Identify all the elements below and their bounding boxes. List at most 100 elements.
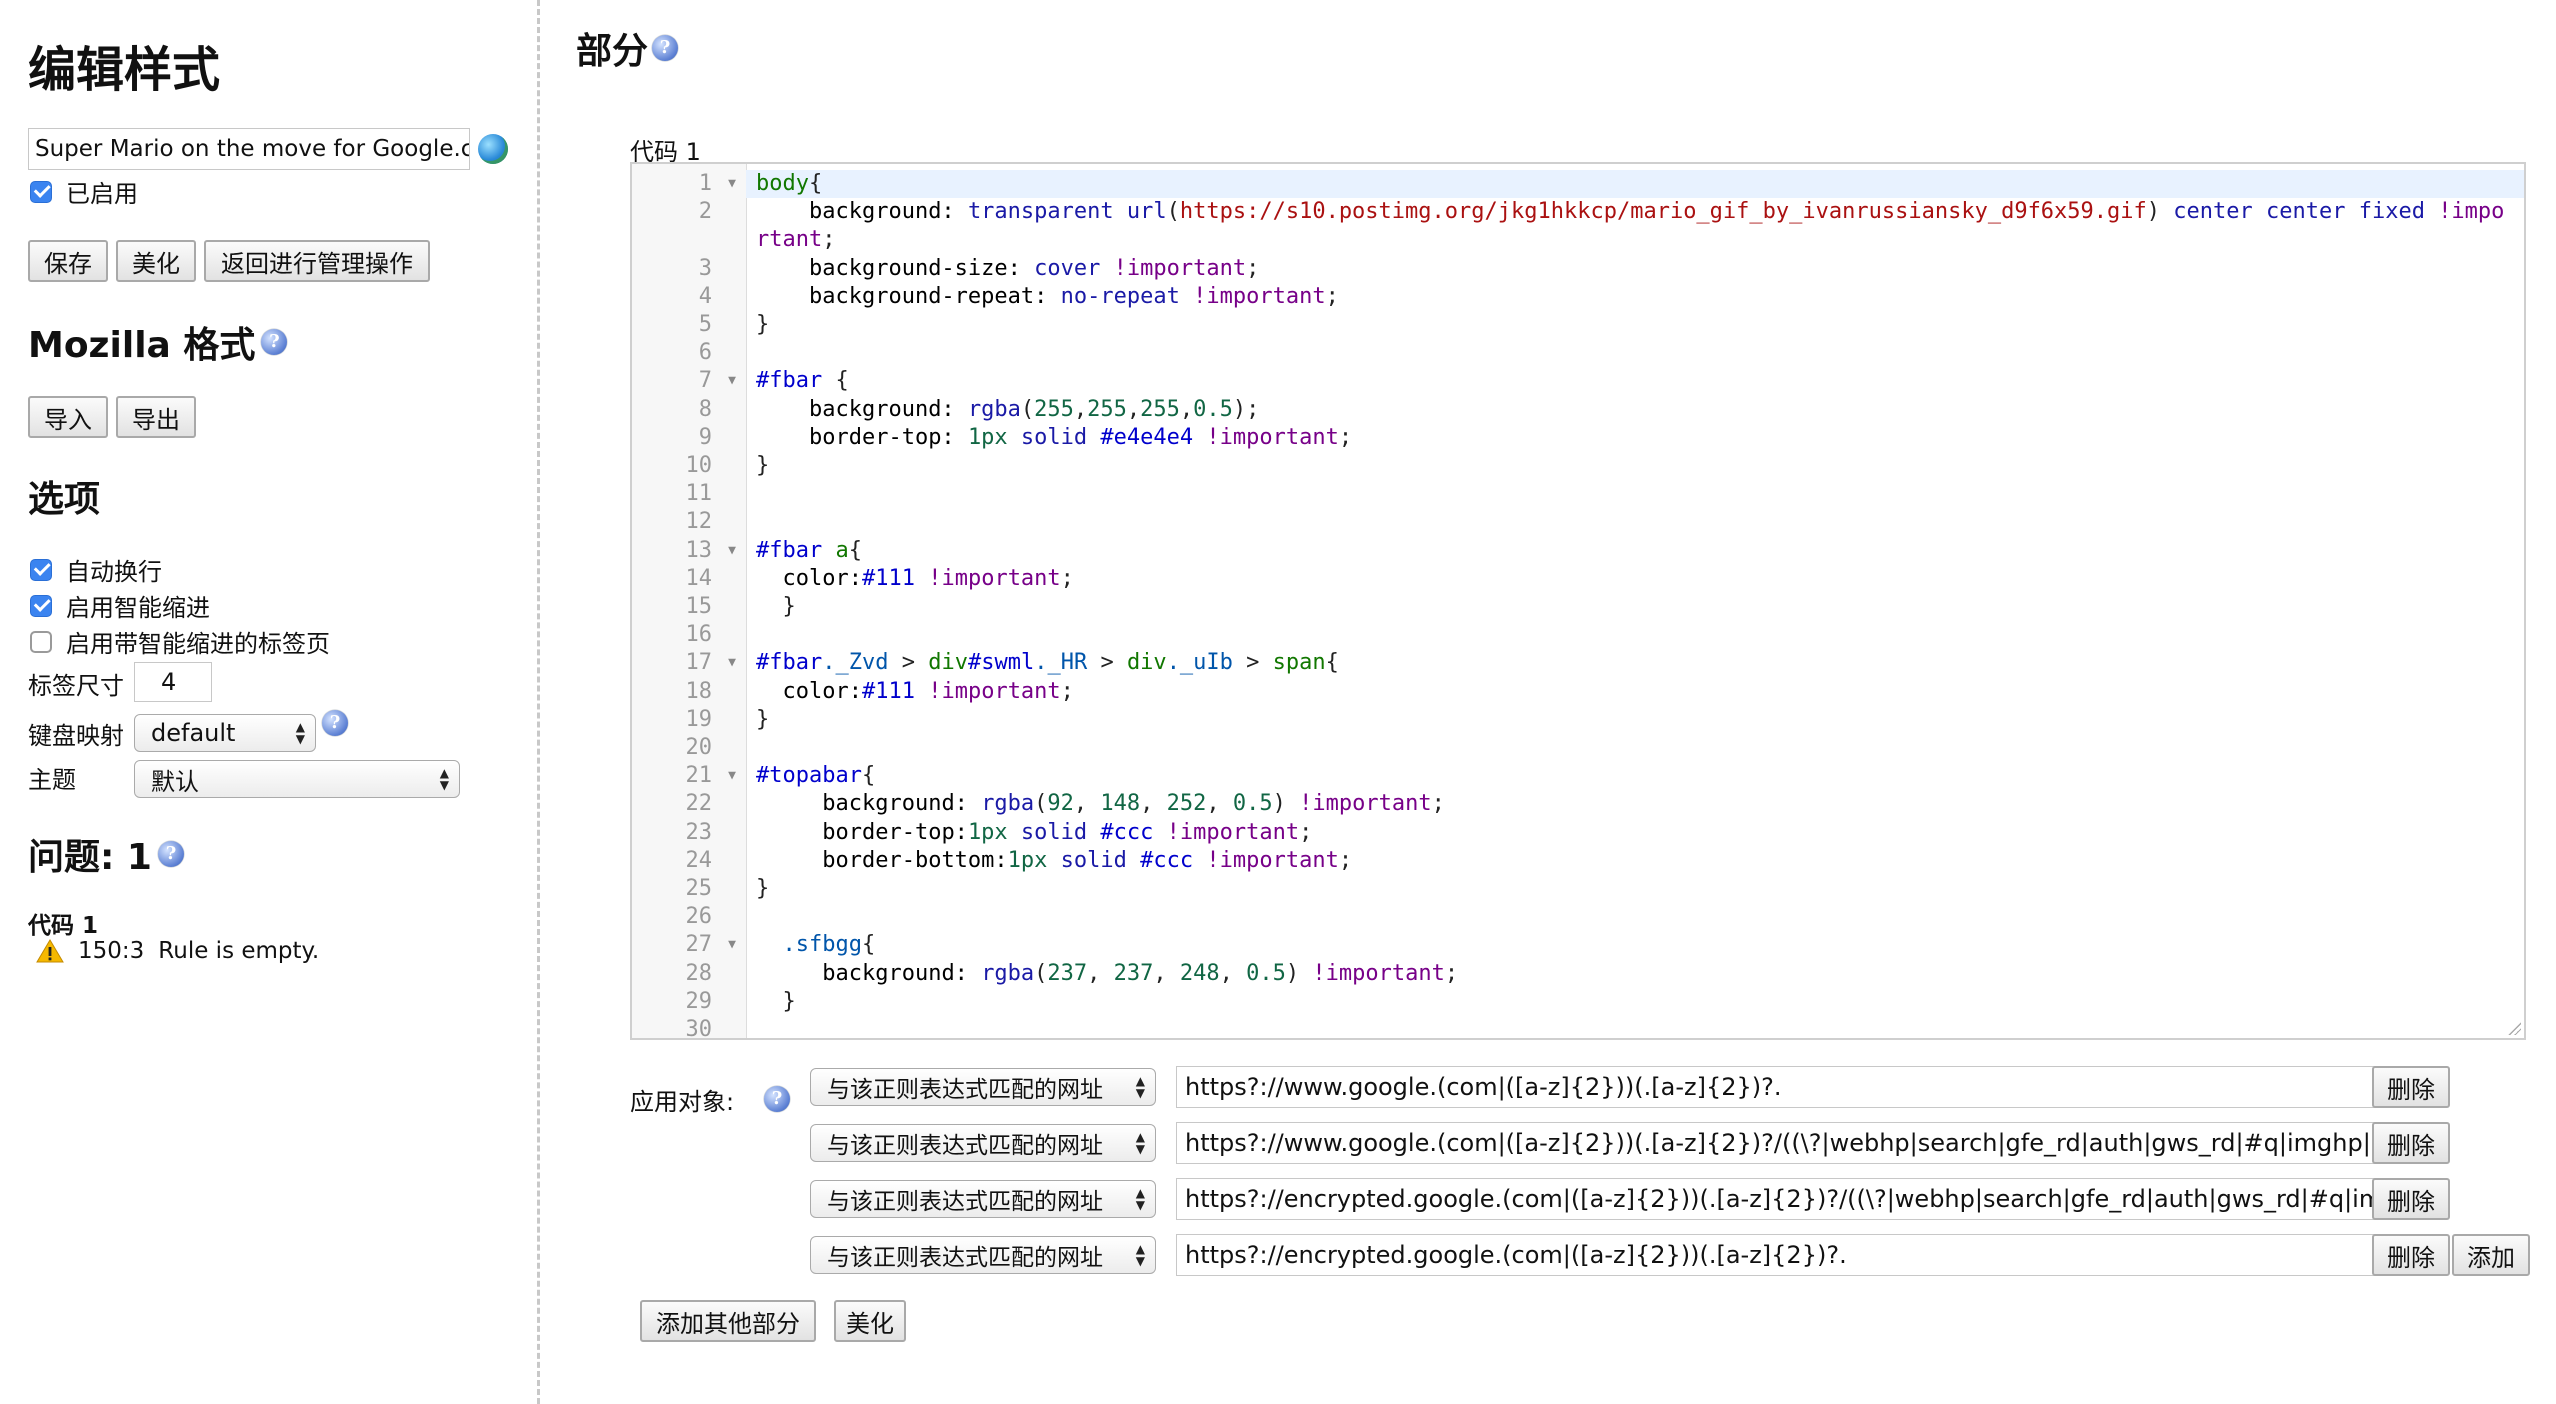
save-button[interactable]: 保存 [28,240,108,282]
help-icon[interactable]: ? [652,35,679,61]
rule-type-value: 与该正则表达式匹配的网址 [827,1245,1103,1271]
tab-smart-indent-checkbox[interactable] [30,630,52,653]
code-line[interactable]: 6 [632,339,2524,368]
export-button[interactable]: 导出 [116,396,196,438]
rule-value-input[interactable]: https?://www.google.(com|([a-z]{2}))(.[a… [1176,1066,2376,1108]
tab-smart-indent-option[interactable]: 启用带智能缩进的标签页 [30,624,330,659]
resize-handle-icon[interactable] [2507,1021,2521,1035]
code-lines[interactable]: 1 ▼ body{2 background: transparent url(htt… [632,170,2524,1038]
rule-value-input[interactable]: https?://encrypted.google.(com|([a-z]{2}… [1176,1234,2376,1276]
delete-rule-button[interactable]: 删除 [2372,1234,2450,1276]
code-line[interactable]: 30 [632,1016,2524,1038]
code-line[interactable]: 12 [632,508,2524,537]
code-line[interactable]: 15 } [632,593,2524,622]
line-number: 17 ▼ [632,649,746,678]
code-line[interactable]: 26 [632,903,2524,932]
line-number: 8 [632,395,746,424]
add-rule-button[interactable]: 添加 [2452,1234,2530,1276]
help-icon[interactable]: ? [764,1086,790,1112]
fold-arrow-icon[interactable]: ▼ [728,649,736,677]
fold-arrow-icon[interactable]: ▼ [728,537,736,565]
code-line[interactable]: 16 [632,621,2524,650]
code-line[interactable]: 3 background-size: cover !important; [632,254,2524,283]
fold-arrow-icon[interactable]: ▼ [728,762,736,790]
code-line[interactable]: 24 border-bottom:1px solid #ccc !importa… [632,846,2524,876]
code-line[interactable]: 20 [632,734,2524,763]
line-number: 4 [632,282,746,312]
code-line[interactable]: 1 ▼ body{ [632,170,2524,199]
word-wrap-option[interactable]: 自动换行 [30,552,162,587]
sections-heading: 部分 ? [576,22,679,74]
keymap-select[interactable]: default ▲ ▼ [134,714,316,752]
word-wrap-checkbox[interactable] [30,558,52,581]
rule-value-input[interactable]: https?://www.google.(com|([a-z]{2}))(.[a… [1176,1122,2376,1164]
code-line[interactable]: 5} [632,311,2524,340]
tab-size-label: 标签尺寸 [28,672,124,700]
code-line[interactable]: 11 [632,480,2524,509]
help-icon[interactable]: ? [157,841,184,867]
theme-label: 主题 [28,766,76,794]
beautify-section-button[interactable]: 美化 [834,1300,906,1342]
enabled-row[interactable]: 已启用 [30,174,138,209]
tab-size-input[interactable]: 4 [134,662,212,702]
smart-indent-option[interactable]: 启用智能缩进 [30,588,210,623]
code-line[interactable]: 19} [632,705,2524,735]
code-line[interactable]: 17 ▼ #fbar._Zvd > div#swml._HR > div._uIb … [632,649,2524,678]
fold-arrow-icon[interactable]: ▼ [728,367,736,395]
code-line[interactable]: 18 color:#111 !important; [632,677,2524,706]
add-section-button[interactable]: 添加其他部分 [640,1300,816,1342]
smart-indent-checkbox[interactable] [30,594,52,617]
code-line[interactable]: 8 background: rgba(255,255,255,0.5); [632,395,2524,424]
delete-rule-button[interactable]: 删除 [2372,1178,2450,1220]
code-text: background-repeat: no-repeat !important; [808,283,1339,309]
line-number: 3 [632,254,746,283]
style-name-input[interactable]: Super Mario on the move for Google.c [28,128,470,170]
code-line[interactable]: 4 background-repeat: no-repeat !importan… [632,282,2524,312]
code-line[interactable]: 28 background: rgba(237, 237, 248, 0.5) … [632,959,2524,988]
code-line[interactable]: 29 } [632,987,2524,1017]
line-number: 1 ▼ [632,170,746,199]
tab-smart-indent-label: 启用带智能缩进的标签页 [66,630,330,658]
delete-rule-button[interactable]: 删除 [2372,1122,2450,1164]
code-line[interactable]: 25} [632,875,2524,904]
code-text: } [756,594,796,620]
rule-value-input[interactable]: https?://encrypted.google.(com|([a-z]{2}… [1176,1178,2376,1220]
line-number: 16 [632,621,746,650]
code-text: } [756,706,770,732]
code-line[interactable]: 2 background: transparent url(https://s1… [632,198,2524,255]
code-line[interactable]: 7 ▼ #fbar { [632,367,2524,396]
globe-icon[interactable] [478,134,508,164]
delete-rule-button[interactable]: 删除 [2372,1066,2450,1108]
line-number: 25 [632,875,746,904]
fold-arrow-icon[interactable]: ▼ [728,170,736,198]
page-title: 编辑样式 [28,42,221,98]
code-line[interactable]: 14 color:#111 !important; [632,564,2524,594]
help-icon[interactable]: ? [322,710,348,736]
select-arrows-icon: ▲ ▼ [1135,1130,1145,1156]
help-icon[interactable]: ? [261,329,288,355]
rule-type-select[interactable]: 与该正则表达式匹配的网址 ▲ ▼ [810,1124,1156,1162]
code-line[interactable]: 10} [632,452,2524,481]
rule-type-select[interactable]: 与该正则表达式匹配的网址 ▲ ▼ [810,1068,1156,1106]
code-line[interactable]: 23 border-top:1px solid #ccc !important; [632,818,2524,847]
code-line[interactable]: 22 background: rgba(92, 148, 252, 0.5) !… [632,790,2524,819]
line-number: 27 ▼ [632,931,746,960]
code-text: background: transparent url(https://s10.… [756,199,2505,253]
rule-type-select[interactable]: 与该正则表达式匹配的网址 ▲ ▼ [810,1236,1156,1274]
beautify-button[interactable]: 美化 [116,240,196,282]
code-editor[interactable]: 1 ▼ body{2 background: transparent url(htt… [630,162,2526,1040]
code-line[interactable]: 21 ▼ #topabar{ [632,762,2524,791]
code-text: background: rgba(255,255,255,0.5); [808,396,1260,422]
code-line[interactable]: 13 ▼ #fbar a{ [632,536,2524,565]
fold-arrow-icon[interactable]: ▼ [728,931,736,959]
code-line[interactable]: 27 ▼ .sfbgg{ [632,931,2524,960]
theme-select[interactable]: 默认 ▲ ▼ [134,760,460,798]
import-button[interactable]: 导入 [28,396,108,438]
rule-type-select[interactable]: 与该正则表达式匹配的网址 ▲ ▼ [810,1180,1156,1218]
rule-type-value: 与该正则表达式匹配的网址 [827,1077,1103,1103]
issue-row[interactable]: 150:3 Rule is empty. [36,938,319,964]
code-line[interactable]: 9 border-top: 1px solid #e4e4e4 !importa… [632,423,2524,453]
enabled-checkbox[interactable] [30,180,52,203]
select-arrows-icon: ▲ ▼ [439,766,449,792]
back-to-manage-button[interactable]: 返回进行管理操作 [204,240,430,282]
